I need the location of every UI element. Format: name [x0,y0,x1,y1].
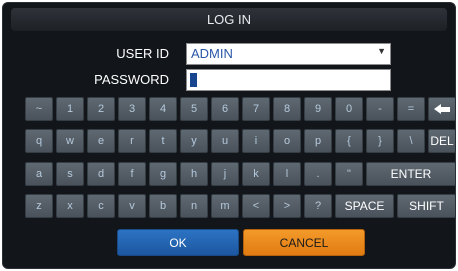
dialog-title: LOG IN [11,8,447,31]
key-j[interactable]: j [211,162,239,186]
key-0[interactable]: 0 [335,97,363,121]
user-id-select[interactable]: ADMIN ▼ [186,43,391,65]
key-p[interactable]: p [304,129,332,153]
text-cursor [190,73,197,87]
password-input[interactable] [186,69,391,91]
key-e[interactable]: e [87,129,115,153]
chevron-down-icon: ▼ [377,46,386,56]
key-quote[interactable]: " [335,162,363,186]
key-q[interactable]: q [25,129,53,153]
key-t[interactable]: t [149,129,177,153]
key-u[interactable]: u [211,129,239,153]
key-x[interactable]: x [56,194,84,218]
cancel-button[interactable]: CANCEL [243,229,365,256]
key-w[interactable]: w [56,129,84,153]
key-9[interactable]: 9 [304,97,332,121]
key-z[interactable]: z [25,194,53,218]
key-r[interactable]: r [118,129,146,153]
enter-key[interactable]: ENTER [366,162,455,186]
key-7[interactable]: 7 [242,97,270,121]
key-tilde[interactable]: ~ [25,97,53,121]
user-id-value: ADMIN [191,46,233,61]
key-backslash[interactable]: \ [397,129,425,153]
key-k[interactable]: k [242,162,270,186]
key-i[interactable]: i [242,129,270,153]
key-o[interactable]: o [273,129,301,153]
backspace-key[interactable] [428,97,455,121]
key-question[interactable]: ? [304,194,332,218]
key-period[interactable]: . [304,162,332,186]
space-key[interactable]: SPACE [335,194,394,218]
key-l[interactable]: l [273,162,301,186]
key-right-brace[interactable]: } [366,129,394,153]
key-2[interactable]: 2 [87,97,115,121]
key-less-than[interactable]: < [242,194,270,218]
backspace-icon [434,104,450,115]
user-id-label: USER ID [116,46,169,61]
key-3[interactable]: 3 [118,97,146,121]
key-v[interactable]: v [118,194,146,218]
key-left-brace[interactable]: { [335,129,363,153]
key-a[interactable]: a [25,162,53,186]
key-c[interactable]: c [87,194,115,218]
key-h[interactable]: h [180,162,208,186]
key-4[interactable]: 4 [149,97,177,121]
key-8[interactable]: 8 [273,97,301,121]
key-equals[interactable]: = [397,97,425,121]
key-s[interactable]: s [56,162,84,186]
key-y[interactable]: y [180,129,208,153]
key-g[interactable]: g [149,162,177,186]
virtual-keyboard: ~ 1 2 3 4 5 6 7 8 9 0 - = q w e r t y u … [25,97,455,219]
key-minus[interactable]: - [366,97,394,121]
password-label: PASSWORD [94,72,169,87]
ok-button[interactable]: OK [117,229,239,256]
key-m[interactable]: m [211,194,239,218]
key-d[interactable]: d [87,162,115,186]
key-f[interactable]: f [118,162,146,186]
login-dialog: LOG IN USER ID ADMIN ▼ PASSWORD ~ 1 2 3 … [2,2,456,269]
key-n[interactable]: n [180,194,208,218]
key-6[interactable]: 6 [211,97,239,121]
key-greater-than[interactable]: > [273,194,301,218]
shift-key[interactable]: SHIFT [397,194,455,218]
key-b[interactable]: b [149,194,177,218]
key-5[interactable]: 5 [180,97,208,121]
key-1[interactable]: 1 [56,97,84,121]
del-key[interactable]: DEL [428,129,455,153]
